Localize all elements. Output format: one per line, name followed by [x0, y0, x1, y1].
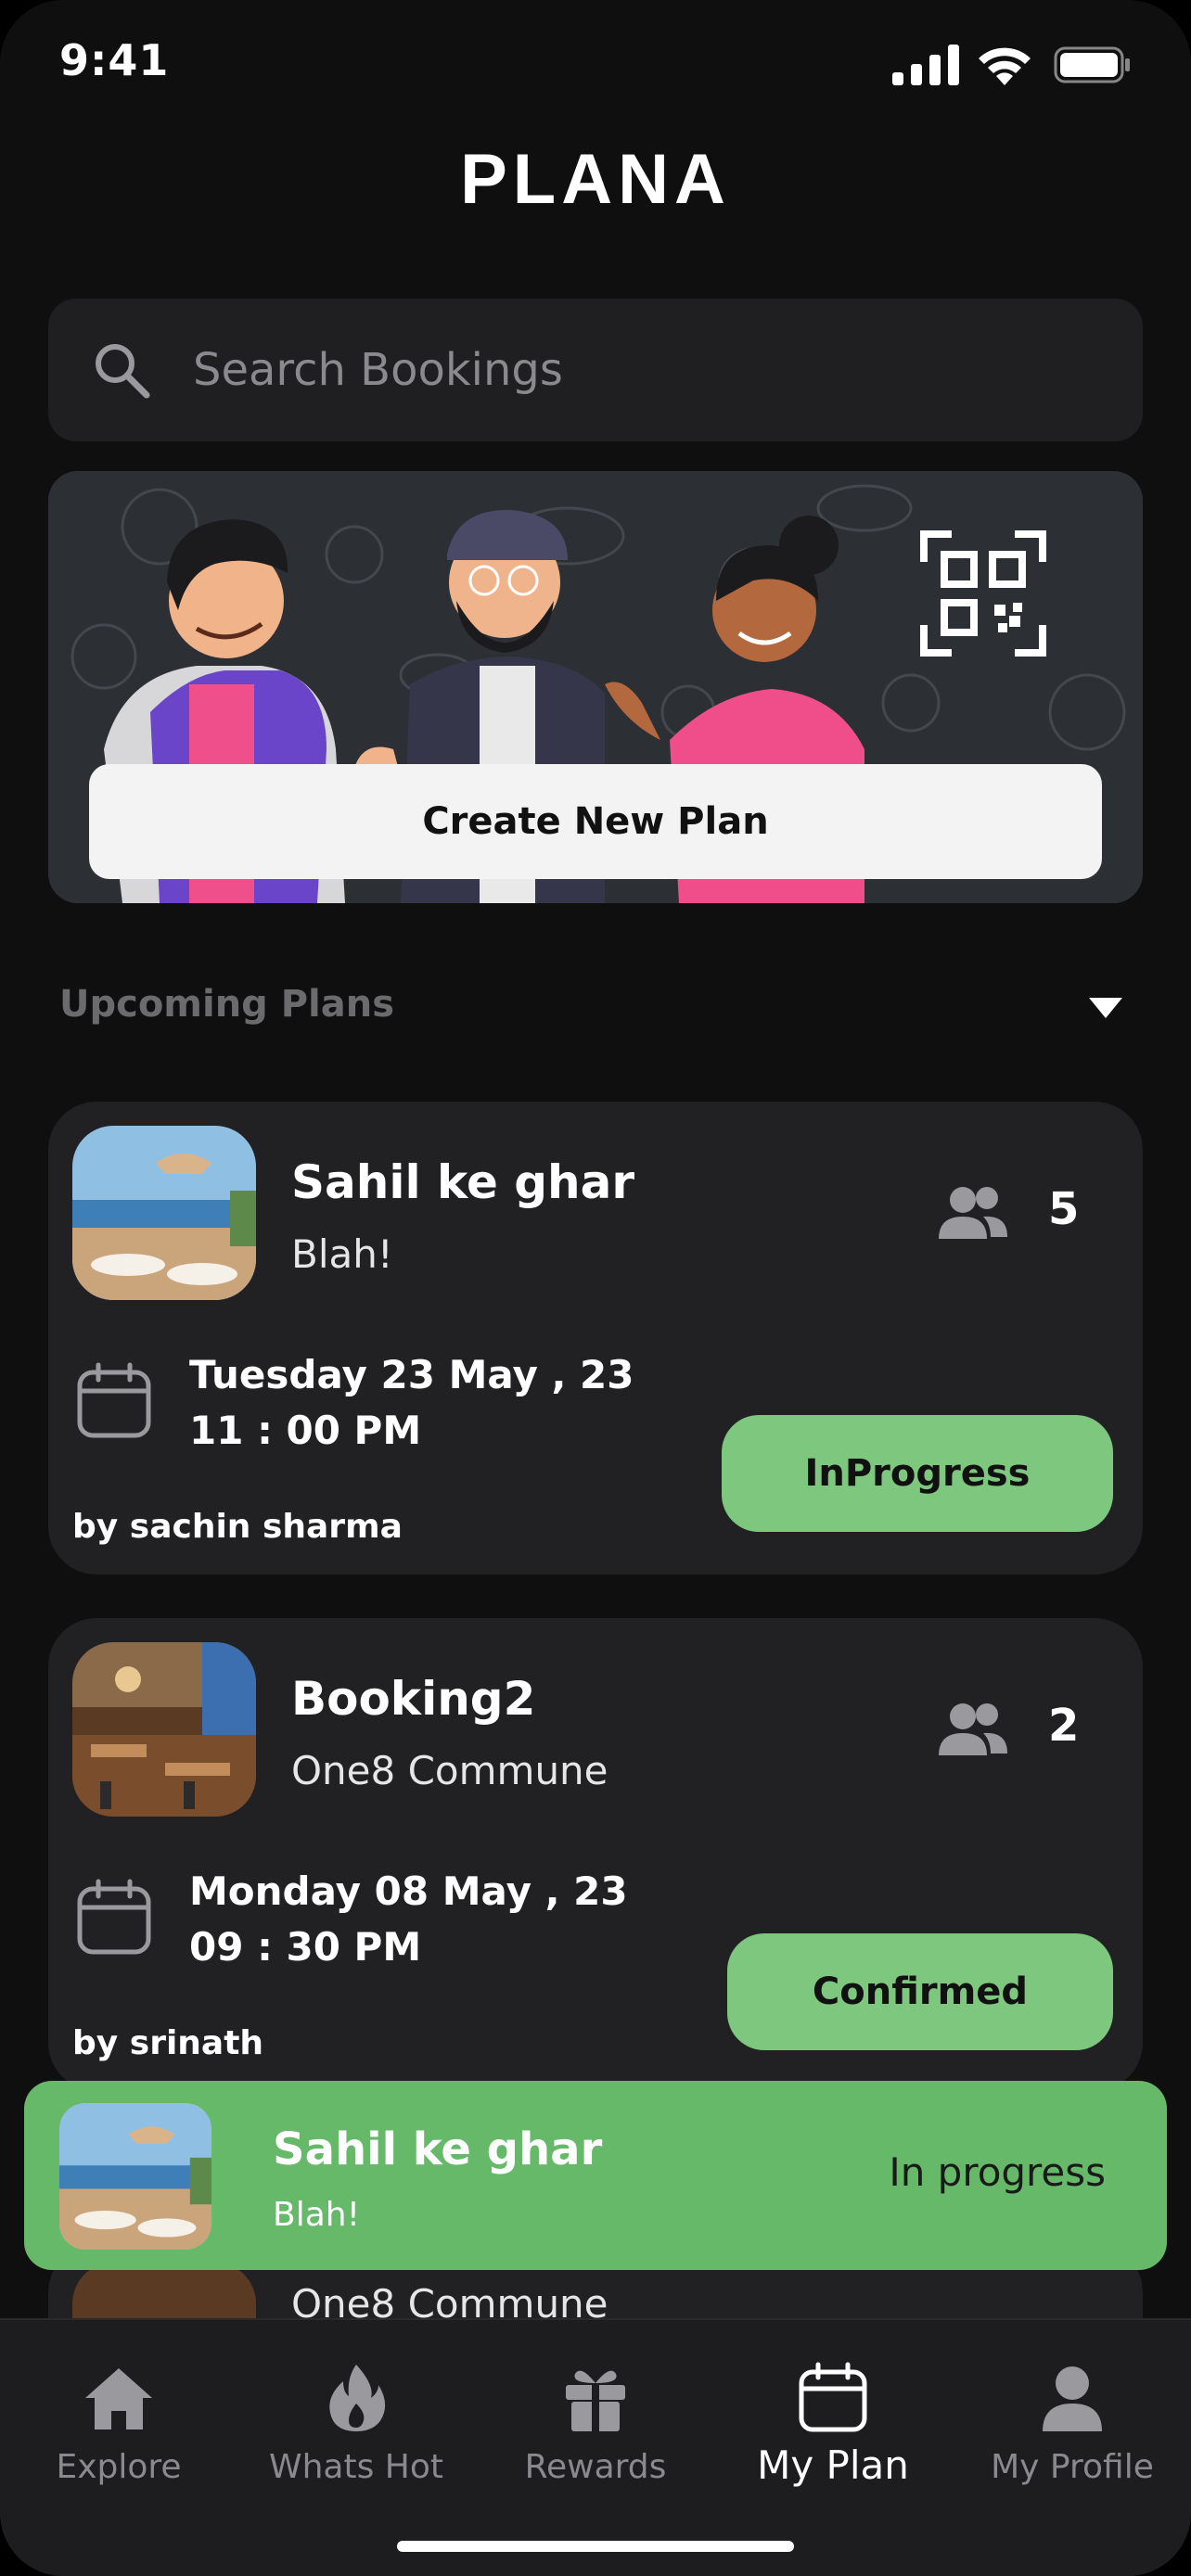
tab-rewards[interactable]: Rewards [484, 2361, 707, 2500]
search-icon [96, 344, 150, 399]
calendar-icon [77, 1362, 151, 1438]
tab-my-profile[interactable]: My Profile [961, 2361, 1184, 2500]
plan-status-toast[interactable]: Sahil ke ghar Blah! In progress [24, 2081, 1167, 2270]
tab-label: Explore [56, 2448, 182, 2486]
plan-date: Monday 08 May , 23 [189, 1868, 628, 1914]
people-count: 2 [1048, 1700, 1080, 1752]
upcoming-plans-title: Upcoming Plans [59, 983, 395, 1026]
plan-subtitle: One8 Commune [291, 1748, 608, 1793]
calendar-icon [77, 1879, 151, 1955]
search-input[interactable] [193, 326, 1102, 414]
status-time: 9:41 [59, 35, 170, 85]
app-logo: PLANA [0, 139, 1191, 220]
status-bar: 9:41 [0, 0, 1191, 121]
plan-thumbnail [72, 1642, 256, 1817]
search-bar[interactable] [48, 299, 1143, 441]
qr-code-icon[interactable] [920, 530, 1046, 657]
tab-label: My Profile [991, 2448, 1154, 2486]
plan-title: Sahil ke ghar [291, 1155, 635, 1209]
home-icon [85, 2368, 152, 2429]
signal-icon [892, 45, 959, 85]
tab-label: My Plan [757, 2442, 909, 2488]
plan-card[interactable]: Booking2 One8 Commune 2 Monday 08 May , … [48, 1618, 1143, 2091]
tab-my-plan[interactable]: My Plan [722, 2361, 944, 2500]
battery-icon [1054, 46, 1130, 83]
toast-title: Sahil ke ghar [273, 2123, 603, 2175]
wifi-icon [979, 47, 1031, 85]
plan-date: Tuesday 23 May , 23 [189, 1352, 634, 1397]
tab-label: Whats Hot [269, 2448, 443, 2486]
plan-title: Booking2 [291, 1672, 536, 1726]
bottom-tab-bar: Explore Whats Hot Rewards My Plan My Pro… [0, 2318, 1191, 2576]
flame-icon [329, 2365, 386, 2431]
tab-label: Rewards [524, 2448, 667, 2486]
gift-icon [566, 2370, 625, 2431]
toast-status: In progress [889, 2149, 1106, 2195]
tab-whats-hot[interactable]: Whats Hot [245, 2361, 467, 2500]
tab-explore[interactable]: Explore [7, 2361, 230, 2500]
toast-subtitle: Blah! [273, 2196, 361, 2234]
home-indicator[interactable] [397, 2541, 794, 2552]
chevron-down-icon[interactable] [1087, 996, 1124, 1020]
plan-owner: by sachin sharma [72, 1508, 403, 1546]
profile-icon [1043, 2366, 1102, 2431]
plan-card[interactable]: Sahil ke ghar Blah! 5 Tuesday 23 May , 2… [48, 1102, 1143, 1575]
plan-time: 11 : 00 PM [189, 1408, 422, 1453]
people-count: 5 [1048, 1183, 1080, 1235]
people-icon [939, 1703, 1007, 1755]
plan-owner: by srinath [72, 2024, 264, 2062]
plan-subtitle: Blah! [291, 1231, 393, 1277]
plan-time: 09 : 30 PM [189, 1924, 422, 1970]
status-button[interactable]: Confirmed [727, 1933, 1113, 2050]
logo-text: PLANA [460, 140, 731, 219]
calendar-icon [799, 2362, 867, 2432]
toast-thumbnail [59, 2103, 211, 2250]
create-plan-banner: Create New Plan [48, 471, 1143, 903]
app-screen: 9:41 PLANA Search Bookings Create New Pl… [0, 0, 1191, 2576]
plan-thumbnail [72, 1126, 256, 1300]
people-icon [939, 1187, 1007, 1239]
create-new-plan-button[interactable]: Create New Plan [89, 764, 1102, 879]
status-button[interactable]: InProgress [722, 1415, 1113, 1532]
